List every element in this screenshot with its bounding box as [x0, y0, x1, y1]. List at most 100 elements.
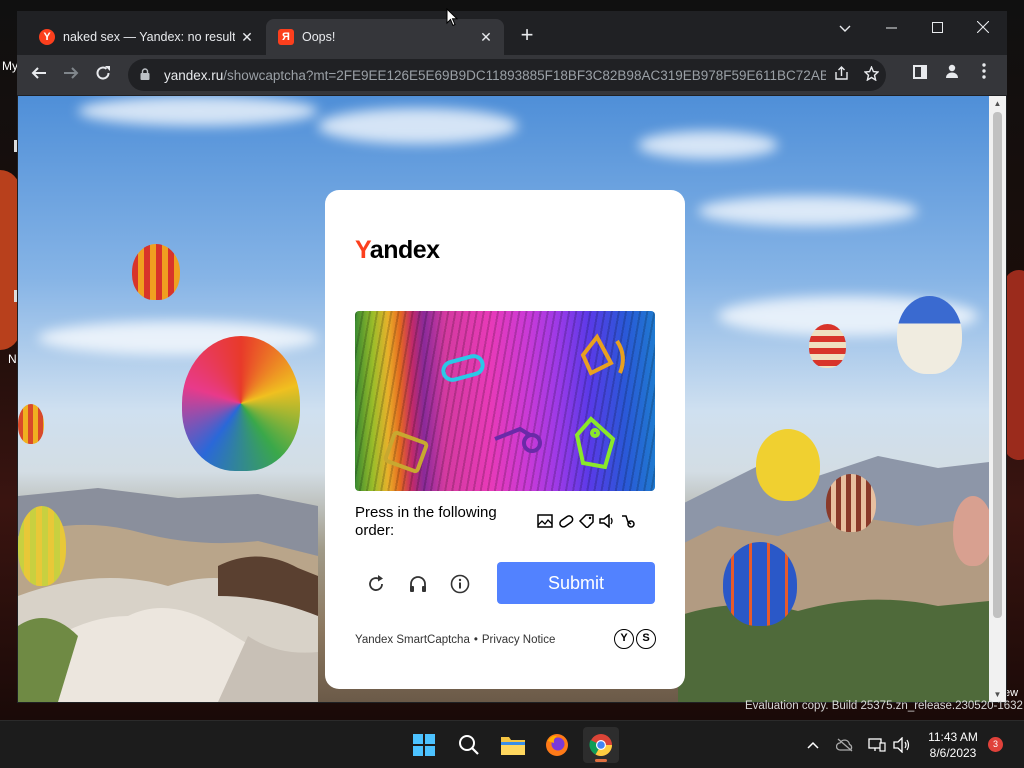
minimize-button[interactable] — [868, 15, 914, 43]
start-button[interactable] — [406, 727, 442, 763]
hot-air-balloon — [182, 336, 300, 471]
hot-air-balloon — [18, 404, 44, 444]
volume-tray-button[interactable] — [891, 721, 913, 768]
hot-air-balloon — [953, 496, 989, 566]
share-icon[interactable] — [826, 65, 856, 85]
windows-start-icon — [413, 734, 435, 756]
tab-close-icon[interactable]: ✕ — [474, 29, 498, 46]
scrollbar-thumb[interactable] — [993, 112, 1002, 618]
minimize-icon — [885, 27, 897, 29]
show-hidden-icons-button[interactable] — [802, 721, 824, 768]
tab-search-button[interactable] — [822, 15, 868, 43]
tab-title: Oops! — [302, 30, 336, 44]
network-icon — [868, 738, 886, 752]
firefox-icon — [546, 734, 568, 756]
tag-icon — [574, 416, 616, 470]
captcha-icon-sequence — [537, 512, 636, 529]
yandex-favicon-icon: Y — [39, 29, 55, 45]
browser-toolbar: yandex.ru/showcaptcha?mt=2FE9EE126E5E69B… — [17, 55, 1007, 95]
refresh-captcha-button[interactable] — [363, 571, 389, 597]
forward-button[interactable] — [57, 61, 85, 89]
hot-air-balloon — [723, 542, 797, 626]
firefox-button[interactable] — [539, 727, 575, 763]
arrow-right-icon — [64, 67, 79, 79]
url-path: /showcaptcha?mt=2FE9EE126E5E69B9DC118938… — [223, 67, 826, 83]
side-panel-icon[interactable] — [906, 61, 934, 89]
captcha-prompt: Press in the following order: — [355, 504, 497, 539]
smartcaptcha-logo-y: Y — [614, 629, 634, 649]
back-button[interactable] — [25, 61, 53, 89]
image-icon — [383, 430, 429, 474]
image-icon — [537, 513, 553, 528]
scooter-icon — [621, 514, 635, 528]
scooter-icon — [494, 426, 542, 453]
address-bar[interactable]: yandex.ru/showcaptcha?mt=2FE9EE126E5E69B… — [128, 59, 886, 91]
hot-air-balloon — [18, 506, 66, 586]
headphones-icon — [410, 576, 426, 592]
search-icon — [459, 735, 479, 755]
volume-icon — [893, 737, 910, 753]
profile-icon[interactable] — [938, 61, 966, 89]
maximize-button[interactable] — [914, 15, 960, 43]
vertical-scrollbar[interactable]: ▲ ▼ — [989, 96, 1006, 702]
lock-icon[interactable] — [140, 67, 154, 83]
hot-air-balloon — [809, 324, 846, 368]
tab-yandex-search[interactable]: Y naked sex — Yandex: no results fo ✕ — [27, 19, 265, 55]
chevron-up-icon — [807, 741, 819, 749]
speaker-icon — [580, 333, 625, 376]
hot-air-balloon — [132, 244, 180, 300]
yandex-logo: Yandex — [355, 236, 440, 264]
refresh-icon — [369, 575, 383, 591]
url-text[interactable]: yandex.ru/showcaptcha?mt=2FE9EE126E5E69B… — [164, 68, 826, 83]
chevron-down-icon — [839, 25, 851, 32]
link-icon — [558, 514, 574, 528]
taskbar: 11:43 AM 8/6/2023 3 — [0, 720, 1024, 768]
yandex-favicon-icon: Я — [278, 29, 294, 45]
network-tray-button[interactable] — [866, 721, 888, 768]
captcha-card: Yandex Press in the following order: Sub… — [325, 190, 685, 689]
bookmark-star-icon[interactable] — [856, 64, 886, 85]
mouse-cursor-icon — [446, 8, 458, 27]
menu-kebab-icon[interactable] — [970, 61, 998, 89]
scroll-up-arrow-icon[interactable]: ▲ — [989, 99, 1006, 108]
arrow-left-icon — [31, 67, 46, 79]
hot-air-balloon — [826, 474, 876, 532]
audio-captcha-button[interactable] — [405, 571, 431, 597]
onedrive-tray-button[interactable] — [834, 721, 856, 768]
tab-close-icon[interactable]: ✕ — [235, 29, 259, 46]
tab-strip: Y naked sex — Yandex: no results fo ✕ Я … — [17, 11, 1007, 55]
file-explorer-button[interactable] — [495, 727, 531, 763]
speaker-icon — [599, 513, 613, 529]
smartcaptcha-link[interactable]: Yandex SmartCaptcha — [355, 634, 470, 646]
desktop-wallpaper-shape — [1004, 270, 1024, 460]
desktop-icon-label[interactable]: My — [2, 59, 18, 73]
desktop-icon-label[interactable]: N — [8, 352, 17, 366]
captcha-image[interactable] — [355, 311, 655, 491]
url-host: yandex.ru — [164, 67, 224, 83]
notification-badge[interactable]: 3 — [988, 737, 1003, 752]
reload-icon — [96, 66, 110, 80]
privacy-notice-link[interactable]: Privacy Notice — [482, 634, 556, 646]
tab-oops[interactable]: Я Oops! ✕ — [266, 19, 504, 55]
hot-air-balloon — [897, 296, 962, 374]
info-icon — [450, 574, 470, 594]
reload-button[interactable] — [89, 61, 117, 89]
active-app-indicator — [595, 759, 607, 762]
clock-date: 8/6/2023 — [929, 746, 977, 760]
clock-time: 11:43 AM — [928, 730, 978, 744]
tag-icon — [579, 513, 594, 529]
close-window-button[interactable] — [960, 15, 1006, 43]
chrome-button[interactable] — [583, 727, 619, 763]
footer-separator: • — [473, 634, 478, 646]
new-tab-button[interactable]: + — [515, 24, 539, 48]
search-button[interactable] — [451, 727, 487, 763]
taskbar-clock[interactable]: 11:43 AM 8/6/2023 — [924, 729, 982, 761]
submit-button[interactable]: Submit — [497, 562, 655, 604]
hot-air-balloon — [756, 429, 820, 501]
scroll-down-arrow-icon[interactable]: ▼ — [989, 690, 1006, 699]
cloud-offline-icon — [836, 738, 853, 752]
chrome-icon — [589, 734, 612, 756]
file-explorer-icon — [501, 737, 525, 755]
info-button[interactable] — [447, 571, 473, 597]
tab-title: naked sex — Yandex: no results fo — [63, 30, 235, 44]
